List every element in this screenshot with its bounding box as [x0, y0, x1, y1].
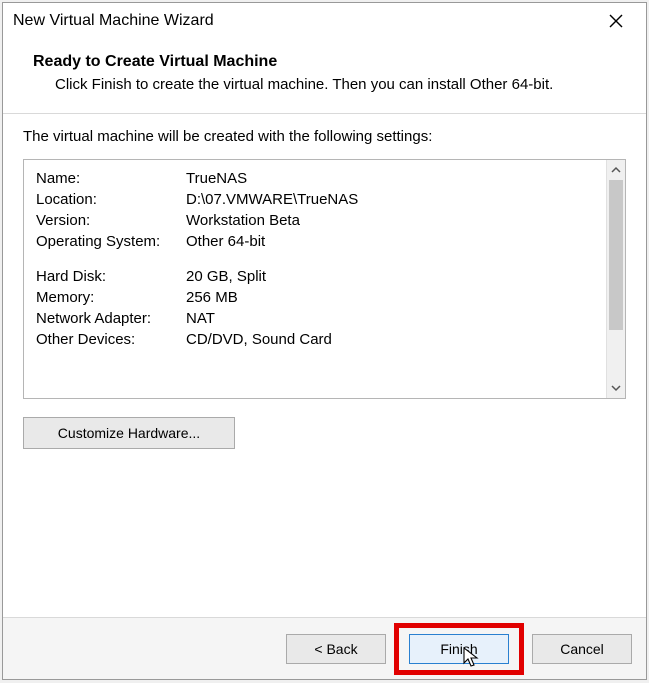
setting-value: TrueNAS: [184, 168, 596, 189]
settings-listbox: Name: TrueNAS Location: D:\07.VMWARE\Tru…: [23, 159, 626, 399]
setting-label: Operating System:: [34, 231, 184, 252]
window-title: New Virtual Machine Wizard: [13, 12, 596, 30]
setting-label: Version:: [34, 210, 184, 231]
scroll-track[interactable]: [607, 180, 625, 378]
setting-row: Name: TrueNAS: [34, 168, 596, 189]
settings-scrollbar[interactable]: [606, 160, 625, 398]
customize-hardware-button[interactable]: Customize Hardware...: [23, 417, 235, 449]
settings-content: Name: TrueNAS Location: D:\07.VMWARE\Tru…: [24, 160, 606, 398]
setting-value: CD/DVD, Sound Card: [184, 329, 596, 350]
setting-value: D:\07.VMWARE\TrueNAS: [184, 189, 596, 210]
setting-value: 20 GB, Split: [184, 266, 596, 287]
setting-value: Other 64-bit: [184, 231, 596, 252]
setting-row: Memory: 256 MB: [34, 287, 596, 308]
settings-intro: The virtual machine will be created with…: [23, 128, 626, 145]
back-button[interactable]: < Back: [286, 634, 386, 664]
setting-row: Hard Disk: 20 GB, Split: [34, 266, 596, 287]
setting-value: Workstation Beta: [184, 210, 596, 231]
close-icon: [609, 14, 623, 28]
scroll-down-button[interactable]: [607, 378, 625, 398]
scroll-up-button[interactable]: [607, 160, 625, 180]
chevron-down-icon: [611, 383, 621, 393]
close-button[interactable]: [596, 7, 636, 35]
setting-label: Location:: [34, 189, 184, 210]
cancel-button[interactable]: Cancel: [532, 634, 632, 664]
chevron-up-icon: [611, 165, 621, 175]
setting-label: Memory:: [34, 287, 184, 308]
setting-label: Name:: [34, 168, 184, 189]
wizard-heading: Ready to Create Virtual Machine: [33, 53, 616, 71]
setting-row: Operating System: Other 64-bit: [34, 231, 596, 252]
finish-button[interactable]: Finish: [409, 634, 509, 664]
wizard-subtext: Click Finish to create the virtual machi…: [55, 75, 616, 95]
wizard-header: Ready to Create Virtual Machine Click Fi…: [3, 39, 646, 114]
wizard-body: The virtual machine will be created with…: [3, 114, 646, 617]
setting-value: 256 MB: [184, 287, 596, 308]
wizard-window: New Virtual Machine Wizard Ready to Crea…: [2, 2, 647, 680]
setting-row: Location: D:\07.VMWARE\TrueNAS: [34, 189, 596, 210]
finish-highlight: Finish: [394, 623, 524, 675]
setting-label: Hard Disk:: [34, 266, 184, 287]
setting-row: Other Devices: CD/DVD, Sound Card: [34, 329, 596, 350]
setting-row: Network Adapter: NAT: [34, 308, 596, 329]
wizard-footer: < Back Finish Cancel: [3, 617, 646, 679]
titlebar: New Virtual Machine Wizard: [3, 3, 646, 39]
setting-value: NAT: [184, 308, 596, 329]
setting-label: Network Adapter:: [34, 308, 184, 329]
scroll-thumb[interactable]: [609, 180, 623, 330]
setting-row: Version: Workstation Beta: [34, 210, 596, 231]
setting-label: Other Devices:: [34, 329, 184, 350]
